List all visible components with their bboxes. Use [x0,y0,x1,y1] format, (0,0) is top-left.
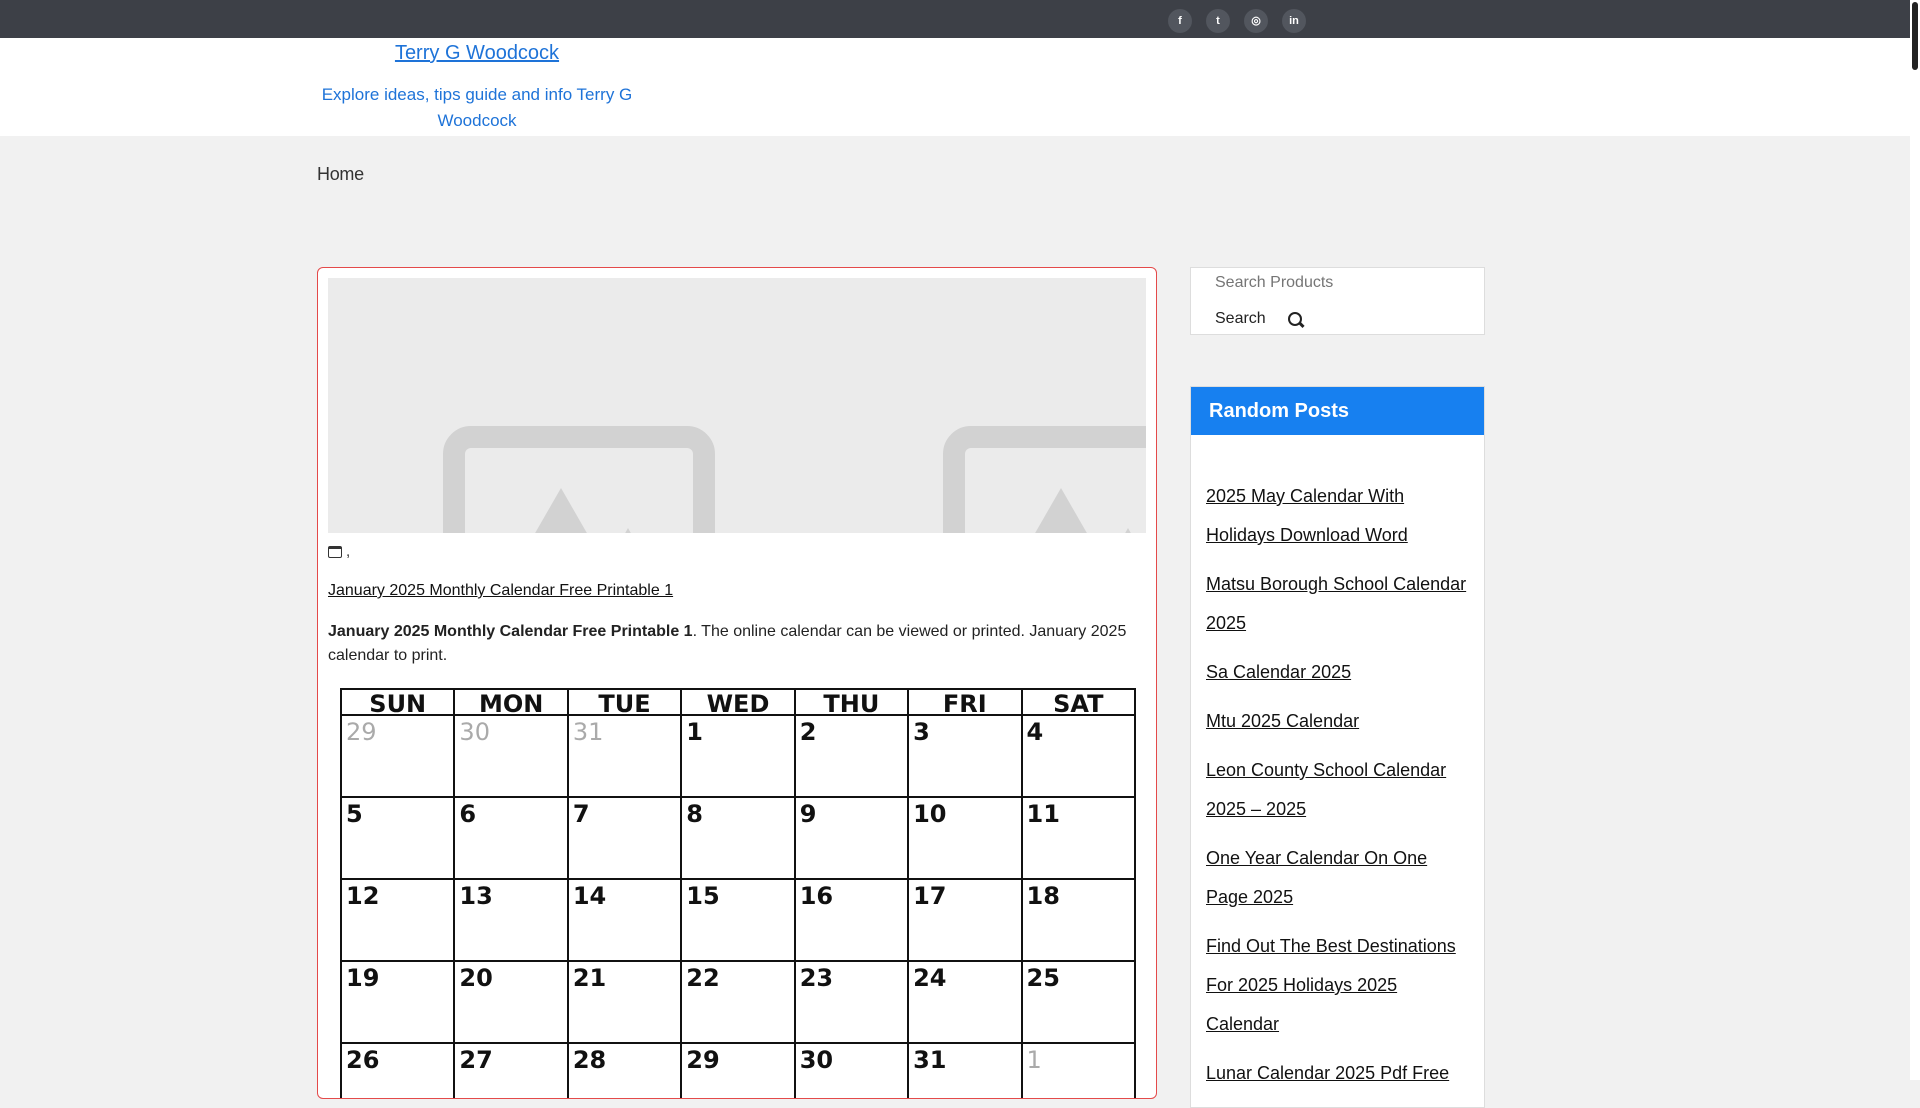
image-placeholder-icon [943,426,1146,533]
day-header: THU [793,688,910,716]
random-post-link[interactable]: Leon County School Calendar 2025 – 2025 [1206,760,1446,819]
calendar-day: 11 [1020,796,1137,880]
list-item: Sa Calendar 2025 [1206,653,1468,692]
calendar-icon [328,545,342,558]
search-input[interactable] [1215,272,1465,294]
calendar-week: 5 6 7 8 9 10 11 [339,796,1137,880]
calendar-day: 31 [566,714,683,798]
search-icon [1287,312,1302,326]
day-header: SUN [339,688,456,716]
calendar-day: 2 [793,714,910,798]
day-header: SAT [1020,688,1137,716]
calendar-day: 10 [907,796,1023,880]
calendar-day: 24 [907,960,1023,1044]
random-post-link[interactable]: Mtu 2025 Calendar [1206,711,1359,731]
site-tagline: Explore ideas, tips guide and info Terry… [321,85,633,130]
day-header: MON [453,688,569,716]
calendar-header-row: SUN MON TUE WED THU FRI SAT [339,688,1137,716]
calendar-day: 14 [566,878,683,962]
scrollbar-thumb[interactable] [1912,2,1918,70]
list-item: Find Out The Best Destinations For 2025 … [1206,927,1468,1044]
calendar-week: 12 13 14 15 16 17 18 [339,878,1137,962]
day-header: WED [680,688,796,716]
day-header: FRI [907,688,1023,716]
calendar-week: 26 27 28 29 30 31 1 [339,1042,1137,1098]
calendar-day: 1 [1020,1042,1137,1098]
post-thumbnail-placeholder[interactable] [328,278,1146,533]
calendar-week: 29 30 31 1 2 3 4 [339,714,1137,798]
list-item: Leon County School Calendar 2025 – 2025 [1206,751,1468,829]
linkedin-icon[interactable]: in [1282,9,1306,33]
calendar-day: 3 [907,714,1023,798]
calendar-day: 4 [1020,714,1137,798]
image-placeholder-icon [443,426,715,533]
social-links: f t ◎ in [1168,9,1306,33]
list-item: Matsu Borough School Calendar 2025 [1206,565,1468,643]
facebook-icon[interactable]: f [1168,9,1192,33]
calendar-day: 15 [680,878,796,962]
calendar-day: 21 [566,960,683,1044]
list-item: Lunar Calendar 2025 Pdf Free [1206,1054,1468,1093]
calendar-image: SUN MON TUE WED THU FRI SAT 29 30 31 1 2… [339,688,1137,1098]
calendar-day: 31 [907,1042,1023,1098]
nav-home-link[interactable]: Home [317,164,364,185]
calendar-day: 6 [453,796,569,880]
calendar-day: 23 [793,960,910,1044]
calendar-day: 17 [907,878,1023,962]
calendar-day: 26 [339,1042,456,1098]
instagram-icon[interactable]: ◎ [1244,9,1268,33]
calendar-day: 8 [680,796,796,880]
random-posts-widget: Random Posts 2025 May Calendar With Holi… [1190,386,1485,1108]
random-post-link[interactable]: 2025 May Calendar With Holidays Download… [1206,486,1408,545]
site-title-link[interactable]: Terry G Woodcock [317,42,637,65]
excerpt-bold: January 2025 Monthly Calendar Free Print… [328,623,693,640]
twitter-icon[interactable]: t [1206,9,1230,33]
random-post-link[interactable]: One Year Calendar On One Page 2025 [1206,848,1427,907]
calendar-week: 19 20 21 22 23 24 25 [339,960,1137,1044]
search-widget: Search [1190,267,1485,335]
calendar-day: 30 [453,714,569,798]
calendar-day: 16 [793,878,910,962]
calendar-day: 5 [339,796,456,880]
random-posts-list: 2025 May Calendar With Holidays Download… [1191,435,1484,1093]
search-button[interactable]: Search [1215,310,1302,328]
list-item: Mtu 2025 Calendar [1206,702,1468,741]
post-card: , January 2025 Monthly Calendar Free Pri… [317,267,1157,1099]
calendar-day: 30 [793,1042,910,1098]
site-header: Terry G Woodcock Explore ideas, tips gui… [0,38,1910,136]
random-post-link[interactable]: Matsu Borough School Calendar 2025 [1206,574,1466,633]
calendar-day: 18 [1020,878,1137,962]
search-button-label: Search [1215,310,1266,327]
post-title-link[interactable]: January 2025 Monthly Calendar Free Print… [328,582,673,600]
calendar-day: 22 [680,960,796,1044]
post-meta: , [328,543,350,560]
random-post-link[interactable]: Lunar Calendar 2025 Pdf Free [1206,1063,1449,1083]
calendar-day: 19 [339,960,456,1044]
day-header: TUE [566,688,683,716]
calendar-day: 12 [339,878,456,962]
random-posts-heading: Random Posts [1191,387,1484,435]
random-post-link[interactable]: Find Out The Best Destinations For 2025 … [1206,936,1456,1034]
calendar-day: 25 [1020,960,1137,1044]
calendar-day: 29 [680,1042,796,1098]
scrollbar[interactable] [1910,0,1920,1080]
calendar-day: 7 [566,796,683,880]
calendar-day: 1 [680,714,796,798]
list-item: One Year Calendar On One Page 2025 [1206,839,1468,917]
list-item: 2025 May Calendar With Holidays Download… [1206,477,1468,555]
calendar-day: 9 [793,796,910,880]
random-post-link[interactable]: Sa Calendar 2025 [1206,662,1351,682]
top-bar: f t ◎ in [0,0,1910,38]
calendar-day: 13 [453,878,569,962]
post-excerpt: January 2025 Monthly Calendar Free Print… [328,620,1146,668]
calendar-day: 29 [339,714,456,798]
calendar-day: 27 [453,1042,569,1098]
calendar-day: 28 [566,1042,683,1098]
post-meta-text: , [346,543,351,560]
calendar-day: 20 [453,960,569,1044]
